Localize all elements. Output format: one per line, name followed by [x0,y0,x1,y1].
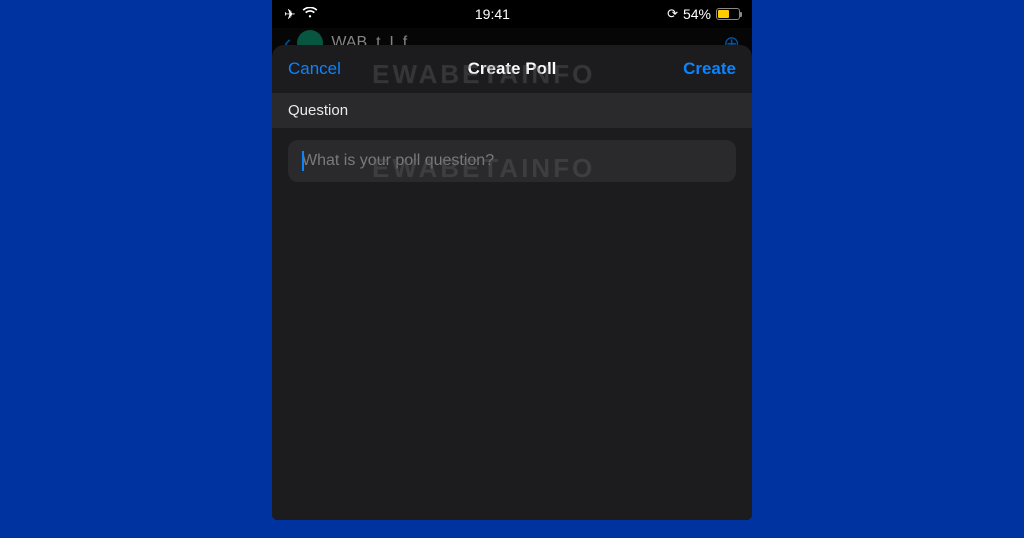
text-cursor [302,151,304,171]
create-poll-modal: Cancel Create Poll Create EWABETAINFO Qu… [272,45,752,520]
question-section-header: Question [272,93,752,128]
create-button[interactable]: Create [683,59,736,79]
airplane-mode-icon: ✈ [284,6,296,23]
modal-title: Create Poll [468,59,557,79]
modal-header: Cancel Create Poll Create [272,45,752,93]
status-time: 19:41 [475,6,510,22]
battery-fill [718,10,729,18]
battery-icon [716,8,740,20]
battery-percent: 54% [683,6,711,22]
poll-question-input[interactable] [288,140,736,182]
wifi-icon [302,6,318,22]
status-bar: ✈ 19:41 ⟳ 54% [272,0,752,28]
orientation-lock-icon: ⟳ [667,6,678,22]
phone-frame: ✈ 19:41 ⟳ 54% ‹ WAB..t..I..f.. ⊕ Cancel … [272,0,752,520]
cancel-button[interactable]: Cancel [288,59,341,79]
